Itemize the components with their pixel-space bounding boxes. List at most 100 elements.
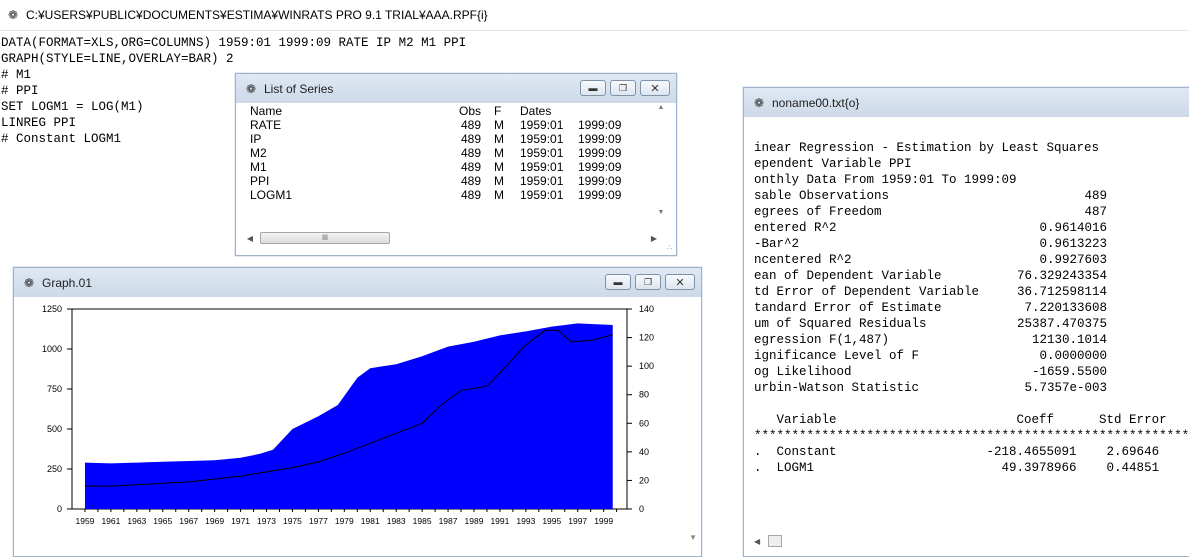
series-end: 1999:09 — [578, 118, 622, 132]
series-name: PPI — [250, 174, 270, 188]
stat-row: td Error of Dependent Variable 36.7125981… — [754, 284, 1189, 300]
stat-row: -Bar^2 0.9613223 — [754, 236, 1189, 252]
stat-label: ncentered R^2 — [754, 253, 852, 267]
column-header-dates[interactable]: Dates — [512, 104, 578, 118]
stat-value: 25387.470375 — [1016, 317, 1107, 331]
table-row[interactable]: M1 489 M 1959:01 1999:09 — [244, 160, 654, 174]
scroll-left-arrow-icon[interactable]: ◀ — [244, 234, 256, 243]
list-window-titlebar[interactable]: ❁ List of Series ▬ ❐ ✕ — [236, 74, 676, 103]
x-axis-tick-label: 1995 — [542, 516, 561, 526]
right-axis-tick-label: 0 — [639, 504, 644, 514]
list-vertical-scrollbar[interactable]: ▲ ▼ — [654, 104, 668, 229]
series-start: 1959:01 — [520, 118, 564, 132]
left-axis-tick-label: 0 — [57, 504, 62, 514]
maximize-button[interactable]: ❐ — [635, 274, 661, 290]
stat-row: entered R^2 0.9614016 — [754, 220, 1189, 236]
list-horizontal-scrollbar[interactable]: ◀ ‖‖ ▶ — [244, 231, 660, 245]
stat-row: ignificance Level of F 0.0000000 — [754, 348, 1189, 364]
table-row[interactable]: PPI 489 M 1959:01 1999:09 — [244, 174, 654, 188]
x-axis-tick-label: 1979 — [335, 516, 354, 526]
x-axis-tick-label: 1987 — [439, 516, 458, 526]
code-line[interactable]: GRAPH(STYLE=LINE,OVERLAY=BAR) 2 — [0, 51, 740, 67]
minimize-button[interactable]: ▬ — [605, 274, 631, 290]
stat-row: ean of Dependent Variable 76.329243354 — [754, 268, 1189, 284]
minimize-button[interactable]: ▬ — [580, 80, 606, 96]
column-header-name[interactable]: Name — [244, 104, 442, 118]
series-obs: 489 — [460, 188, 481, 202]
table-row[interactable]: RATE 489 M 1959:01 1999:09 — [244, 118, 654, 132]
maximize-icon: ❐ — [643, 276, 653, 287]
stat-label: tandard Error of Estimate — [754, 301, 942, 315]
stat-value: 0.9613223 — [1039, 237, 1107, 251]
scrollbar-thumb[interactable]: ‖‖ — [260, 232, 390, 244]
table-row[interactable]: M2 489 M 1959:01 1999:09 — [244, 146, 654, 160]
column-header-obs[interactable]: Obs — [442, 104, 484, 118]
stat-value: -1659.5500 — [1031, 365, 1107, 379]
series-start: 1959:01 — [520, 132, 564, 146]
minimize-icon: ▬ — [588, 83, 598, 93]
close-button[interactable]: ✕ — [640, 80, 670, 96]
close-icon: ✕ — [650, 82, 660, 95]
series-start: 1959:01 — [520, 188, 564, 202]
stat-label: og Likelihood — [754, 365, 852, 379]
right-axis-tick-label: 120 — [639, 333, 654, 343]
stat-label: -Bar^2 — [754, 237, 800, 251]
output-window: ❁ noname00.txt{o} inear Regression - Est… — [743, 87, 1189, 557]
scrollbar-thumb[interactable] — [768, 535, 783, 547]
stat-value: 76.329243354 — [1016, 269, 1107, 283]
graph-window: ❁ Graph.01 ▬ ❐ ✕ 0 250 500 750 1000 1250 0 20 40… — [13, 267, 702, 557]
scroll-left-arrow-icon[interactable]: ◀ — [754, 537, 760, 546]
output-text-area[interactable]: inear Regression - Estimation by Least S… — [754, 140, 1189, 476]
maximize-icon: ❐ — [618, 82, 628, 93]
output-header-line: inear Regression - Estimation by Least S… — [754, 141, 1100, 155]
graph-window-titlebar[interactable]: ❁ Graph.01 ▬ ❐ ✕ — [14, 268, 701, 297]
series-freq: M — [494, 174, 504, 188]
series-obs: 489 — [460, 160, 481, 174]
scroll-right-arrow-icon[interactable]: ▶ — [648, 234, 660, 243]
stat-row: tandard Error of Estimate 7.220133608 — [754, 300, 1189, 316]
x-axis-tick-label: 1977 — [309, 516, 328, 526]
x-axis-tick-label: 1971 — [231, 516, 250, 526]
right-axis-tick-label: 20 — [639, 475, 649, 485]
scroll-up-arrow-icon[interactable]: ▲ — [654, 104, 668, 111]
x-axis-tick-label: 1981 — [361, 516, 380, 526]
maximize-button[interactable]: ❐ — [610, 80, 636, 96]
series-obs: 489 — [460, 146, 481, 160]
stat-row: egrees of Freedom 487 — [754, 204, 1189, 220]
x-axis-tick-label: 1969 — [205, 516, 224, 526]
stat-label: ean of Dependent Variable — [754, 269, 942, 283]
series-name: IP — [250, 132, 262, 146]
output-header-line: ependent Variable PPI — [754, 157, 912, 171]
stat-row: um of Squared Residuals 25387.470375 — [754, 316, 1189, 332]
x-axis-tick-label: 1989 — [465, 516, 484, 526]
right-axis-tick-label: 100 — [639, 361, 654, 371]
stat-label: sable Observations — [754, 189, 890, 203]
output-window-titlebar[interactable]: ❁ noname00.txt{o} — [744, 88, 1189, 117]
series-name: M2 — [250, 146, 267, 160]
resize-grip-icon[interactable]: ∴ — [667, 243, 672, 252]
scroll-down-arrow-icon[interactable]: ▼ — [654, 209, 668, 216]
list-window-title: List of Series — [264, 81, 334, 96]
code-line[interactable]: DATA(FORMAT=XLS,ORG=COLUMNS) 1959:01 199… — [0, 35, 740, 51]
close-icon: ✕ — [675, 276, 685, 289]
series-table: Name Obs F Dates RATE 489 M 1959:01 1999… — [244, 104, 654, 224]
table-row[interactable]: LOGM1 489 M 1959:01 1999:09 — [244, 188, 654, 202]
series-name: RATE — [250, 118, 282, 132]
close-button[interactable]: ✕ — [665, 274, 695, 290]
output-header-line: onthly Data From 1959:01 To 1999:09 — [754, 173, 1017, 187]
x-axis-tick-label: 1959 — [76, 516, 95, 526]
x-axis-tick-label: 1967 — [179, 516, 198, 526]
stat-row: ncentered R^2 0.9927603 — [754, 252, 1189, 268]
series-start: 1959:01 — [520, 174, 564, 188]
stat-value: 487 — [1084, 205, 1107, 219]
stat-value: 5.7357e-003 — [1024, 381, 1107, 395]
x-axis-tick-label: 1997 — [568, 516, 587, 526]
column-header-freq[interactable]: F — [484, 104, 512, 118]
x-axis-tick-label: 1963 — [127, 516, 146, 526]
series-obs: 489 — [460, 118, 481, 132]
output-horizontal-scrollbar[interactable]: ◀ — [754, 534, 1189, 548]
series-end: 1999:09 — [578, 146, 622, 160]
stat-row: urbin-Watson Statistic 5.7357e-003 — [754, 380, 1189, 396]
graph-chart: 0 250 500 750 1000 1250 0 20 40 60 80 100 120 140 1959… — [42, 304, 654, 526]
table-row[interactable]: IP 489 M 1959:01 1999:09 — [244, 132, 654, 146]
